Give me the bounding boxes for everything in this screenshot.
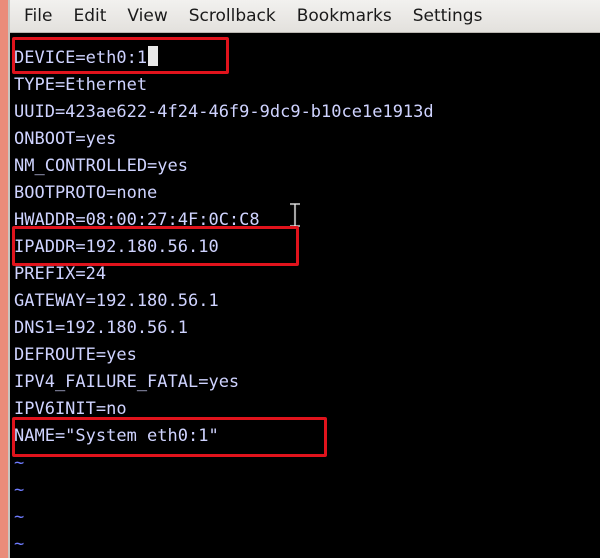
config-line-dns1: DNS1=192.180.56.1 bbox=[14, 318, 188, 338]
text-cursor-ibeam-icon bbox=[290, 203, 300, 227]
text-cursor bbox=[148, 46, 159, 66]
menu-edit[interactable]: Edit bbox=[73, 0, 106, 32]
config-line-ipaddr: IPADDR=192.180.56.10 bbox=[14, 237, 219, 257]
terminal-text-area[interactable]: DEVICE=eth0:1 TYPE=Ethernet UUID=423ae62… bbox=[10, 33, 600, 558]
config-line-nm-controlled: NM_CONTROLLED=yes bbox=[14, 156, 188, 176]
background-window-edge bbox=[0, 0, 8, 558]
menu-settings[interactable]: Settings bbox=[413, 0, 483, 32]
config-line-uuid: UUID=423ae622-4f24-46f9-9dc9-b10ce1e1913… bbox=[14, 102, 434, 122]
empty-line-marker: ~ bbox=[14, 507, 25, 527]
terminal-window: File Edit View Scrollback Bookmarks Sett… bbox=[10, 0, 600, 558]
config-line-gateway: GATEWAY=192.180.56.1 bbox=[14, 291, 219, 311]
menu-scrollback[interactable]: Scrollback bbox=[189, 0, 276, 32]
config-line-bootproto: BOOTPROTO=none bbox=[14, 183, 158, 203]
config-line-ipv4-failure-fatal: IPV4_FAILURE_FATAL=yes bbox=[14, 372, 240, 392]
config-line-type: TYPE=Ethernet bbox=[14, 75, 148, 95]
config-line-prefix: PREFIX=24 bbox=[14, 264, 107, 284]
menu-bar: File Edit View Scrollback Bookmarks Sett… bbox=[10, 0, 600, 33]
config-line-onboot: ONBOOT=yes bbox=[14, 129, 117, 149]
config-line-name: NAME="System eth0:1" bbox=[14, 426, 219, 446]
empty-line-marker: ~ bbox=[14, 453, 25, 473]
empty-line-marker: ~ bbox=[14, 534, 25, 554]
config-line-device-text: DEVICE=eth0:1 bbox=[14, 48, 148, 68]
menu-file[interactable]: File bbox=[24, 0, 52, 32]
menu-view[interactable]: View bbox=[127, 0, 167, 32]
menu-bookmarks[interactable]: Bookmarks bbox=[297, 0, 392, 32]
config-line-defroute: DEFROUTE=yes bbox=[14, 345, 137, 365]
config-line-ipv6init: IPV6INIT=no bbox=[14, 399, 127, 419]
empty-line-marker: ~ bbox=[14, 480, 25, 500]
config-line-device: DEVICE=eth0:1 bbox=[14, 45, 159, 72]
config-line-hwaddr: HWADDR=08:00:27:4F:0C:C8 bbox=[14, 210, 260, 230]
